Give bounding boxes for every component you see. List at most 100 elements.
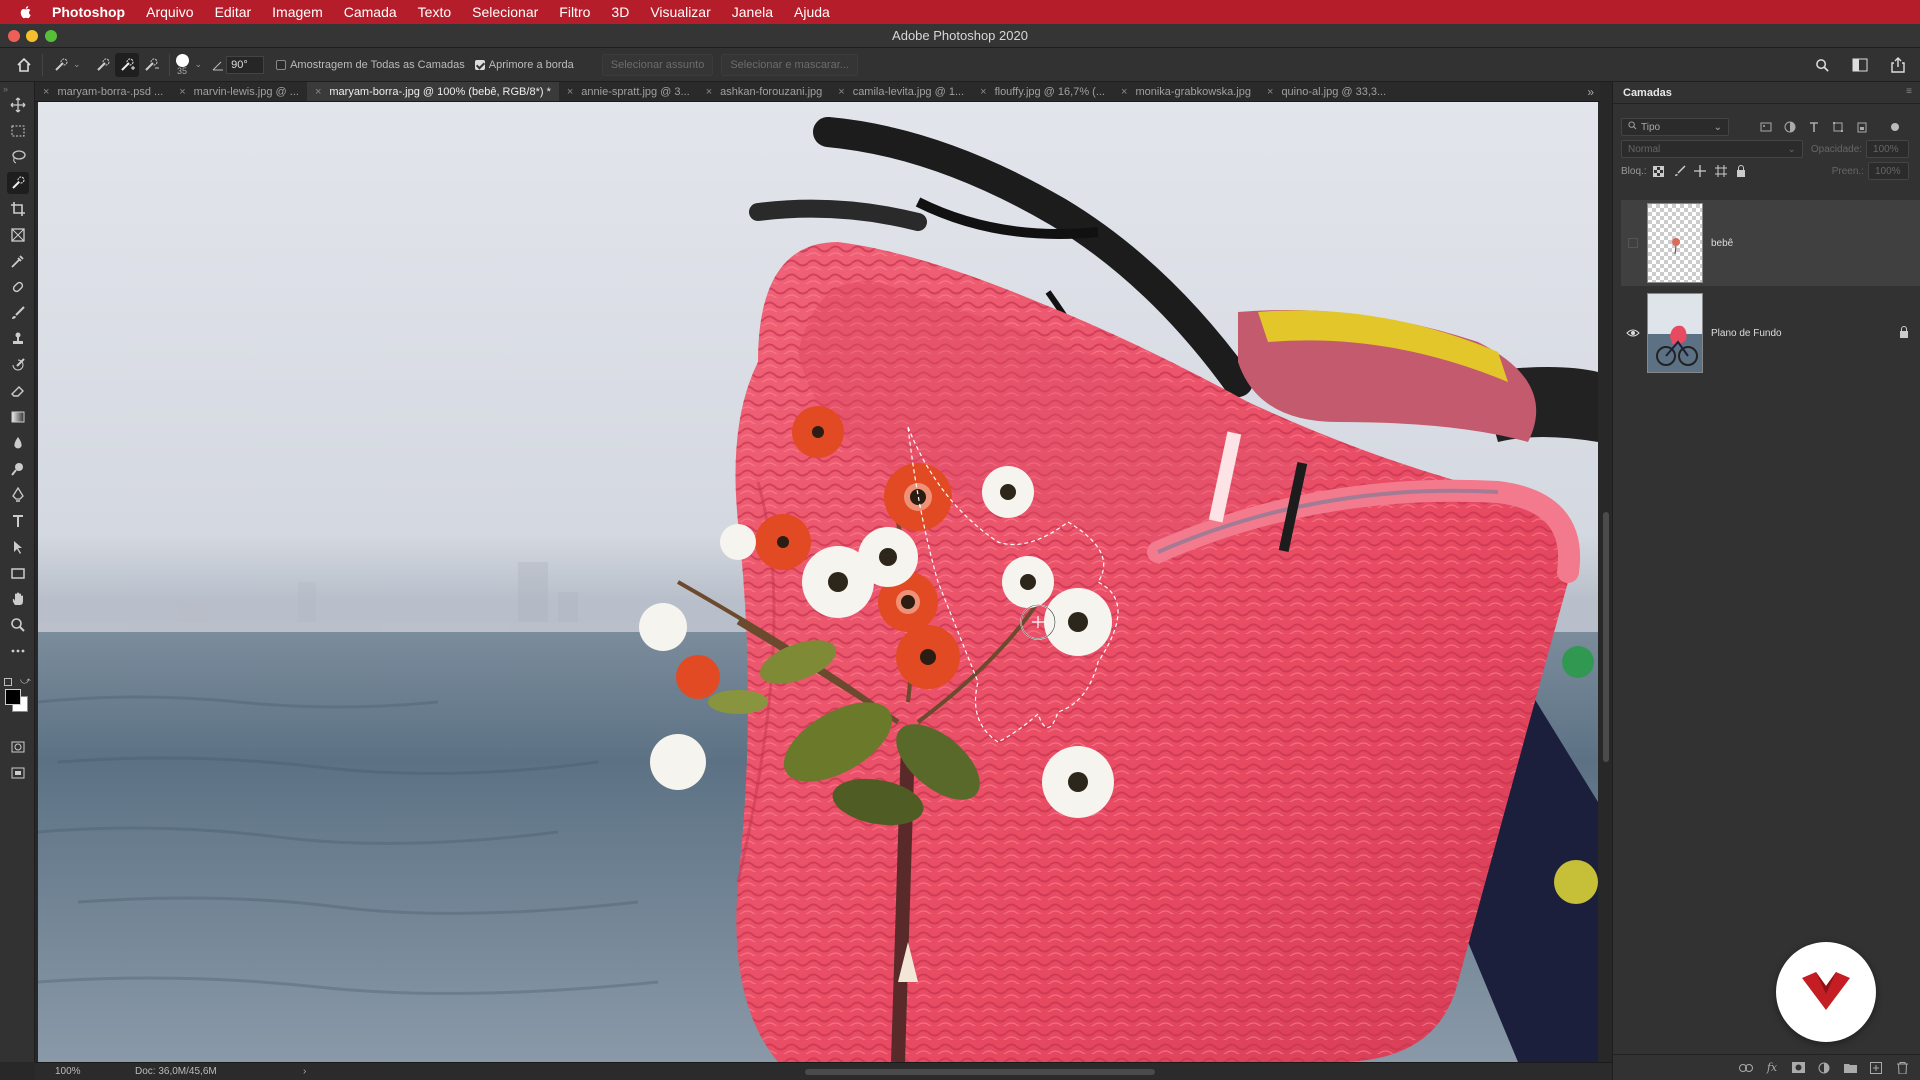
new-layer-icon[interactable] <box>1869 1061 1883 1075</box>
menu-imagem[interactable]: Imagem <box>272 4 323 20</box>
menu-filtro[interactable]: Filtro <box>559 4 590 20</box>
tab-maryam-borra-jpg[interactable]: × maryam-borra-.jpg @ 100% (bebê, RGB/8*)… <box>306 82 559 101</box>
lock-all-icon[interactable] <box>1735 164 1748 178</box>
add-mask-icon[interactable] <box>1791 1061 1805 1075</box>
menu-visualizar[interactable]: Visualizar <box>650 4 710 20</box>
close-tab-icon[interactable]: × <box>315 86 321 98</box>
history-brush-tool-icon[interactable] <box>7 354 29 376</box>
close-tab-icon[interactable]: × <box>43 86 49 98</box>
tab-camadas[interactable]: Camadas <box>1623 87 1672 99</box>
lasso-tool-icon[interactable] <box>7 146 29 168</box>
marquee-tool-icon[interactable] <box>7 120 29 142</box>
layer-name[interactable]: bebê <box>1711 238 1920 249</box>
close-tab-icon[interactable]: × <box>1267 86 1273 98</box>
adjustment-layer-icon[interactable] <box>1817 1061 1831 1075</box>
maximize-window-button[interactable] <box>45 30 57 42</box>
menu-janela[interactable]: Janela <box>732 4 773 20</box>
fill-input[interactable]: 100% <box>1867 162 1909 180</box>
healing-brush-tool-icon[interactable] <box>7 276 29 298</box>
layer-row-plano-de-fundo[interactable]: Plano de Fundo <box>1621 290 1920 376</box>
sample-all-layers-checkbox[interactable]: Amostragem de Todas as Camadas <box>276 59 465 71</box>
menu-arquivo[interactable]: Arquivo <box>146 4 193 20</box>
close-tab-icon[interactable]: × <box>567 86 573 98</box>
tab-marvin-lewis[interactable]: × marvin-lewis.jpg @ ... <box>171 82 307 101</box>
scrollbar-thumb[interactable] <box>1603 512 1609 762</box>
filter-shape-icon[interactable] <box>1831 120 1845 134</box>
layer-row-bebe[interactable]: bebê <box>1621 200 1920 286</box>
hand-tool-icon[interactable] <box>7 588 29 610</box>
tab-monika-grabkowska[interactable]: × monika-grabkowska.jpg <box>1113 82 1259 101</box>
share-icon[interactable] <box>1886 53 1910 77</box>
menu-3d[interactable]: 3D <box>611 4 629 20</box>
vertical-scrollbar[interactable] <box>1600 102 1612 1062</box>
collapse-toolbar-icon[interactable]: » <box>3 84 8 94</box>
select-subject-button[interactable]: Selecionar assunto <box>601 53 714 76</box>
lock-image-pixels-icon[interactable] <box>1673 164 1686 178</box>
eraser-tool-icon[interactable] <box>7 380 29 402</box>
tab-maryam-borra-psd[interactable]: × maryam-borra-.psd ... <box>35 82 171 101</box>
screen-mode-icon[interactable] <box>7 762 29 784</box>
layer-name[interactable]: Plano de Fundo <box>1711 328 1899 339</box>
apple-icon[interactable] <box>18 4 34 20</box>
select-and-mask-button[interactable]: Selecionar e mascarar... <box>721 53 858 76</box>
horizontal-scrollbar-thumb[interactable] <box>805 1069 1155 1075</box>
filter-kind-select[interactable]: Tipo ⌄ <box>1621 118 1729 136</box>
add-to-selection-icon[interactable] <box>114 52 139 77</box>
filter-pixel-icon[interactable] <box>1759 120 1773 134</box>
filter-smart-object-icon[interactable] <box>1855 120 1869 134</box>
home-icon[interactable] <box>12 53 36 77</box>
lock-transparent-pixels-icon[interactable] <box>1653 164 1666 178</box>
workspace-icon[interactable] <box>1848 53 1872 77</box>
menu-photoshop[interactable]: Photoshop <box>52 4 125 20</box>
status-menu-arrow[interactable]: › <box>303 1066 306 1077</box>
zoom-tool-icon[interactable] <box>7 614 29 636</box>
more-tabs-icon[interactable]: » <box>1587 85 1594 99</box>
link-layers-icon[interactable] <box>1739 1061 1753 1075</box>
search-icon[interactable] <box>1810 53 1834 77</box>
default-colors-icon[interactable] <box>4 678 12 686</box>
eye-icon[interactable] <box>1621 328 1645 338</box>
menu-camada[interactable]: Camada <box>344 4 397 20</box>
lock-artboard-icon[interactable] <box>1714 164 1727 178</box>
quick-selection-preset-icon[interactable] <box>49 53 73 77</box>
close-tab-icon[interactable]: × <box>838 86 844 98</box>
pen-tool-icon[interactable] <box>7 484 29 506</box>
filter-type-icon[interactable] <box>1807 120 1821 134</box>
stamp-tool-icon[interactable] <box>7 328 29 350</box>
close-window-button[interactable] <box>8 30 20 42</box>
layer-style-fx-icon[interactable]: fx <box>1765 1061 1779 1075</box>
tab-camila-levita[interactable]: × camila-levita.jpg @ 1... <box>830 82 972 101</box>
tab-flouffy[interactable]: × flouffy.jpg @ 16,7% (... <box>972 82 1113 101</box>
visibility-toggle-empty[interactable] <box>1621 238 1645 248</box>
filter-adjustment-icon[interactable] <box>1783 120 1797 134</box>
filter-toggle-icon[interactable] <box>1891 123 1899 131</box>
menu-ajuda[interactable]: Ajuda <box>794 4 830 20</box>
lock-position-icon[interactable] <box>1694 164 1707 178</box>
close-tab-icon[interactable]: × <box>706 86 712 98</box>
opacity-input[interactable]: 100% <box>1866 140 1909 158</box>
tab-ashkan-forouzani[interactable]: × ashkan-forouzani.jpg <box>698 82 831 101</box>
dodge-tool-icon[interactable] <box>7 458 29 480</box>
swap-colors-icon[interactable]: ⤻ <box>20 676 31 687</box>
brush-picker[interactable]: 35 <box>175 53 189 76</box>
close-tab-icon[interactable]: × <box>980 86 986 98</box>
path-selection-tool-icon[interactable] <box>7 536 29 558</box>
blend-mode-select[interactable]: Normal ⌄ <box>1621 140 1803 158</box>
frame-tool-icon[interactable] <box>7 224 29 246</box>
chevron-down-icon[interactable]: ⌄ <box>195 59 203 70</box>
blur-tool-icon[interactable] <box>7 432 29 454</box>
tab-quino-al[interactable]: × quino-al.jpg @ 33,3... <box>1259 82 1394 101</box>
new-selection-icon[interactable] <box>91 53 115 77</box>
lock-icon[interactable] <box>1899 325 1909 341</box>
chevron-down-icon[interactable]: ⌄ <box>73 59 81 70</box>
more-tools-icon[interactable] <box>7 640 29 662</box>
move-tool-icon[interactable] <box>7 94 29 116</box>
type-tool-icon[interactable] <box>7 510 29 532</box>
angle-input[interactable]: 90° <box>226 55 265 74</box>
panel-menu-icon[interactable]: ≡ <box>1906 86 1912 97</box>
eyedropper-tool-icon[interactable] <box>7 250 29 272</box>
subtract-from-selection-icon[interactable] <box>139 53 163 77</box>
zoom-level[interactable]: 100% <box>55 1066 135 1077</box>
new-group-icon[interactable] <box>1843 1061 1857 1075</box>
minimize-window-button[interactable] <box>26 30 38 42</box>
